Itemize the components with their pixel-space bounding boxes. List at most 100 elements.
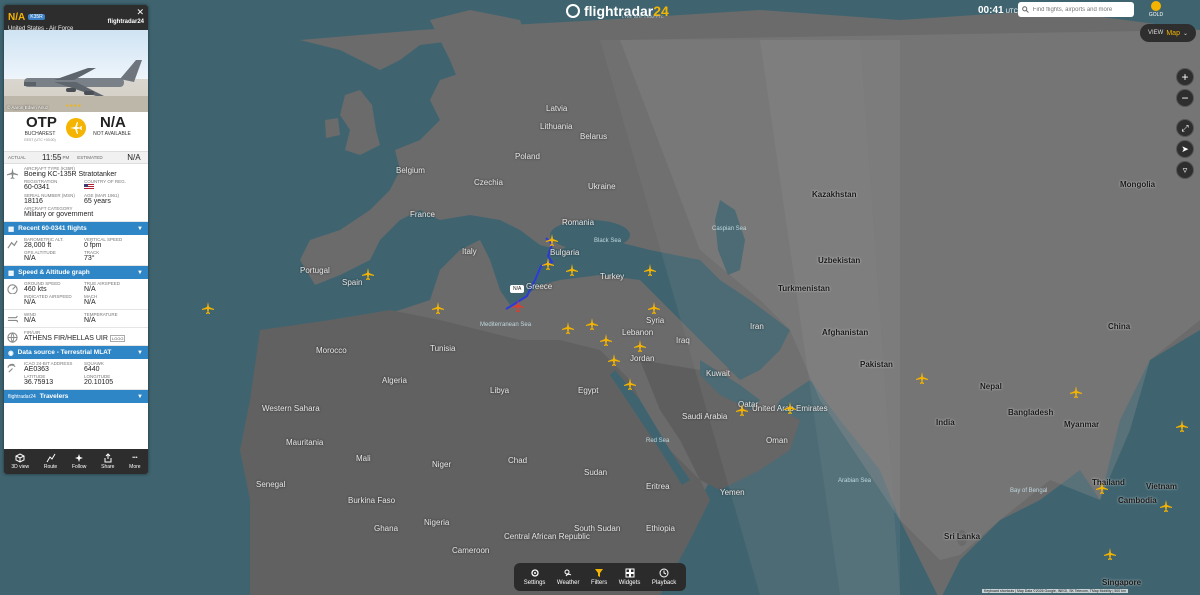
clock-timezone: UTC	[1005, 9, 1018, 15]
app-logo[interactable]: flightradar24 LIVE AIR TRAFFIC	[566, 0, 669, 22]
chevron-down-icon: ⌄	[1182, 30, 1188, 37]
photo-pagination[interactable]: ●●●●	[66, 103, 82, 109]
radar-icon	[7, 363, 16, 373]
registration[interactable]: 60-0341	[24, 184, 84, 191]
ellipsis-icon: •••	[132, 454, 138, 461]
map-label-south-sudan: South Sudan	[574, 524, 621, 533]
speed-altitude-section[interactable]: ▩ Speed & Altitude graph ▼	[4, 266, 148, 279]
aircraft-icon[interactable]	[1070, 386, 1082, 398]
map-label-sri-lanka: Sri Lanka	[944, 532, 981, 541]
search-box[interactable]	[1018, 2, 1134, 17]
selected-flight-tag[interactable]: N/A	[510, 285, 525, 293]
playback-label: Playback	[651, 580, 677, 586]
origin-code[interactable]: OTP	[26, 114, 57, 131]
follow-icon	[74, 453, 84, 462]
altitude-icon	[7, 240, 18, 249]
user-icon	[1151, 1, 1161, 11]
aircraft-icon[interactable]	[916, 372, 928, 384]
wind-icon	[7, 315, 18, 323]
map-label-senegal: Senegal	[256, 480, 286, 489]
aircraft-icon[interactable]	[600, 334, 612, 346]
search-input[interactable]	[1032, 6, 1130, 13]
view-mode-button[interactable]: VIEW Map ⌄	[1140, 24, 1196, 42]
gear-icon	[529, 568, 541, 578]
baro-alt: 28,000 ft	[24, 242, 52, 249]
aircraft-icon[interactable]	[1176, 420, 1188, 432]
aircraft-icon[interactable]	[362, 268, 374, 280]
close-icon[interactable]: ✕	[136, 7, 144, 18]
aircraft-icon[interactable]	[1104, 548, 1116, 560]
view-label: VIEW	[1148, 30, 1164, 36]
travelers-section[interactable]: flightradar24 Travelers ▼	[4, 390, 148, 403]
aircraft-icon[interactable]	[1160, 500, 1172, 512]
map-label-algeria: Algeria	[382, 376, 407, 385]
zoom-out-button[interactable]: −	[1176, 89, 1194, 107]
aircraft-icon[interactable]	[202, 302, 214, 314]
latitude: 36.75913	[24, 379, 54, 386]
minus-icon: −	[1181, 91, 1189, 105]
map-label-saudi-arabia: Saudi Arabia	[682, 412, 728, 421]
recent-flights-section[interactable]: ▦ Recent 60-0341 flights ▼	[4, 222, 148, 235]
aircraft-icon[interactable]	[634, 340, 646, 352]
map-label-france: France	[410, 210, 435, 219]
true-airspeed: N/A	[84, 286, 96, 293]
3d-view-button[interactable]: 3D view	[11, 452, 29, 470]
actual-label: ACTUAL	[8, 155, 26, 160]
view-value: Map	[1166, 29, 1180, 37]
map-label-iraq: Iraq	[676, 336, 690, 345]
map-attribution[interactable]: Keyboard shortcuts | Map Data ©2026 Goog…	[982, 589, 1128, 593]
map-label-mauritania: Mauritania	[286, 438, 324, 447]
follow-button[interactable]: Follow	[72, 453, 86, 470]
zoom-in-button[interactable]: +	[1176, 68, 1194, 86]
aircraft-icon[interactable]	[624, 378, 636, 390]
aircraft-icon[interactable]	[586, 318, 598, 330]
aircraft-icon[interactable]	[562, 322, 574, 334]
route-summary: OTP BUCHAREST EEST (UTC +03:00) N/A NOT …	[4, 112, 148, 152]
map-label-mediterranean: Mediterranean Sea	[480, 322, 532, 328]
map-label-mongolia: Mongolia	[1120, 180, 1156, 189]
aircraft-icon[interactable]	[608, 354, 620, 366]
aircraft-icon[interactable]	[542, 258, 554, 270]
filter-button[interactable]: ▿	[1176, 161, 1194, 179]
weather-icon	[562, 568, 574, 578]
aircraft-icon[interactable]	[648, 302, 660, 314]
settings-button[interactable]: Settings	[524, 568, 545, 586]
widgets-button[interactable]: Widgets	[619, 568, 640, 586]
map-label-eritrea: Eritrea	[646, 482, 670, 491]
route-button[interactable]: Route	[44, 453, 57, 470]
aircraft-icon[interactable]	[546, 234, 558, 246]
aircraft-photo[interactable]: © Aaron Edwin Anuz ●●●●	[4, 30, 148, 112]
filters-button[interactable]: Filters	[591, 568, 607, 586]
map-label-spain: Spain	[342, 278, 363, 287]
my-location-button[interactable]: ➤	[1176, 140, 1194, 158]
speed-altitude-title: Speed & Altitude graph	[18, 269, 90, 276]
aircraft-icon[interactable]	[644, 264, 656, 276]
panel-brand: flightradar24	[107, 19, 144, 25]
map-label-jordan: Jordan	[630, 354, 655, 363]
aircraft-image	[4, 60, 148, 112]
map-label-western-sahara: Western Sahara	[262, 404, 320, 413]
gold-account-button[interactable]: GOLD	[1146, 1, 1166, 18]
weather-button[interactable]: Weather	[557, 568, 579, 586]
aircraft-icon[interactable]	[736, 404, 748, 416]
aircraft-icon[interactable]	[784, 402, 796, 414]
aircraft-type-badge: K35R	[28, 14, 45, 20]
chevron-down-icon: ▼	[137, 393, 143, 400]
fullscreen-button[interactable]: ⤢	[1176, 119, 1194, 137]
map-label-tunisia: Tunisia	[430, 344, 456, 353]
more-button[interactable]: ••• More	[129, 453, 140, 471]
playback-button[interactable]: Playback	[652, 568, 676, 586]
share-button[interactable]: Share	[101, 452, 114, 470]
weather-details: WIND N/A TEMPERATURE N/A	[4, 310, 148, 328]
antenna-icon: ◉	[8, 349, 14, 357]
map-canvas[interactable]: Latvia Lithuania Belarus Poland Ukraine …	[0, 0, 1200, 595]
aircraft-icon[interactable]	[566, 264, 578, 276]
aircraft-icon[interactable]	[432, 302, 444, 314]
data-source-section[interactable]: ◉ Data source - Terrestrial MLAT ▼	[4, 346, 148, 359]
selected-aircraft-icon[interactable]	[512, 300, 524, 312]
map-label-india: India	[936, 418, 955, 427]
playback-icon	[658, 568, 670, 578]
map-label-iran: Iran	[750, 322, 764, 331]
panel-actions: 3D view Route Follow Share ••• More	[4, 449, 148, 474]
aircraft-icon[interactable]	[1096, 482, 1108, 494]
